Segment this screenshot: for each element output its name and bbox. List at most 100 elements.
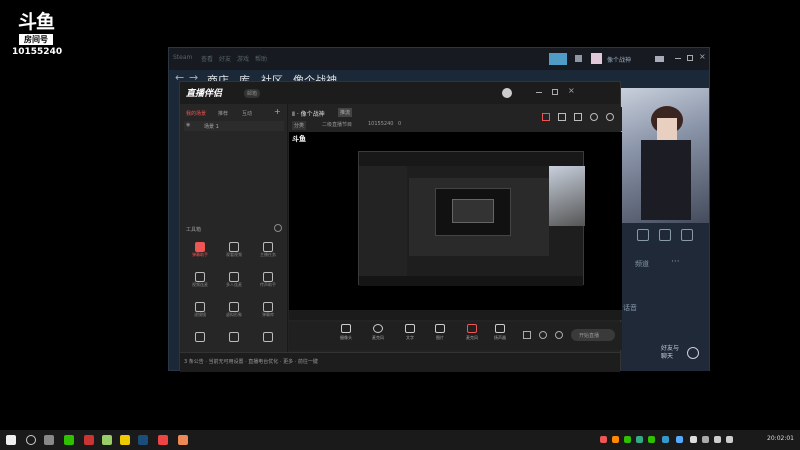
tool-video-link[interactable]: 视频连麦 [186,272,214,288]
status-text[interactable]: 3 条公告 · 当前无可用设置 · 直播电台优化 · 更多 · 前往一键 [184,358,318,365]
record-icon[interactable] [523,331,531,339]
maximize-button[interactable] [687,55,693,61]
friends-chat-label[interactable]: 好友与 聊天 [661,345,679,361]
start-icon[interactable] [6,435,16,445]
voice-label: 话音 [623,304,637,312]
tray-icon[interactable] [624,436,631,443]
maximize-button[interactable] [552,89,558,95]
add-chat-icon[interactable] [687,347,699,359]
tab-my-scenes[interactable]: 我的场景 [186,110,206,117]
search-icon[interactable] [26,435,36,445]
app-icon[interactable] [84,435,94,445]
gift-icon[interactable] [542,113,550,121]
bluetooth-icon[interactable] [676,436,683,443]
menu-friends[interactable]: 好友 [219,54,231,63]
tab-interactive[interactable]: 互动 [242,110,252,117]
tool-icon [229,332,239,342]
add-scene-icon[interactable]: + [274,107,281,116]
clock-icon[interactable] [539,331,547,339]
tray-icon[interactable] [662,436,669,443]
notification-icon[interactable] [575,55,582,62]
tool-extra-1[interactable] [195,332,205,342]
speaker-button[interactable]: 扬声器 [489,324,511,341]
tray-icon[interactable] [702,436,709,443]
stream-title[interactable]: Ⅱ · 像个战神 [292,109,325,118]
watch-icon [229,242,239,252]
gear-icon[interactable] [555,331,563,339]
lock-icon[interactable] [558,113,566,121]
eye-icon[interactable]: ◉ [186,122,190,128]
settings-icon[interactable] [574,113,582,121]
toolbox-more-icon[interactable] [274,224,282,232]
scene-item[interactable]: ◉ 场景 1 [184,121,284,131]
volume-icon[interactable] [726,436,733,443]
tab-recommend[interactable]: 推荐 [218,110,228,117]
tray-icon[interactable] [612,436,619,443]
ime-icon[interactable] [690,436,697,443]
tool-multi-link[interactable]: 多人连麦 [220,272,248,288]
clock[interactable]: 20:02:01 [767,435,794,442]
close-button[interactable]: × [699,52,706,61]
app-icon[interactable] [178,435,188,445]
room-id: 10155240 [368,121,394,127]
capture-button[interactable]: 麦克风 [367,324,389,341]
menu-games[interactable]: 游戏 [237,54,249,63]
stream-preview[interactable]: 斗鱼 [289,132,622,320]
profile-artwork [621,88,709,223]
network-icon[interactable] [714,436,721,443]
minimize-button[interactable] [675,58,681,59]
screenshot-icon[interactable] [655,56,664,62]
wechat-icon[interactable] [64,435,74,445]
camera-button[interactable]: 摄像头 [335,324,357,341]
tool-extra-3[interactable] [263,332,273,342]
mic-icon [467,324,477,333]
settings-icon[interactable] [637,229,649,241]
image-button[interactable]: 图片 [429,324,451,341]
tray-icon[interactable] [600,436,607,443]
tool-extra-2[interactable] [229,332,239,342]
nested-preview-3 [435,188,511,236]
brand-text: 斗鱼 [17,11,55,33]
tool-watch[interactable]: 观看视频 [220,242,248,258]
douyu-icon[interactable] [158,435,168,445]
share-icon[interactable] [606,113,614,121]
status-bar: 3 条公告 · 当前无可用设置 · 直播电台优化 · 更多 · 前往一键 [180,352,620,372]
sub-info: 二级直播节目 [322,122,353,128]
steam-icon[interactable] [138,435,148,445]
tray-icon[interactable] [648,436,655,443]
bell-icon[interactable] [590,113,598,121]
app-icon[interactable] [120,435,130,445]
tool-task[interactable]: 主播任务 [254,242,282,258]
viewer-count: 0 [398,121,402,127]
start-stream-button[interactable]: 开始直播 [571,329,615,341]
close-button[interactable]: × [568,86,575,95]
tool-avatar[interactable]: 虚拟形象 [220,302,248,318]
bell-icon[interactable] [659,229,671,241]
tool-danmaku[interactable]: 弹幕助手 [186,242,214,258]
taskview-icon[interactable] [44,435,54,445]
tool-voice[interactable]: 传声助手 [254,272,282,288]
more-icon[interactable]: ··· [671,257,680,267]
app-icon[interactable] [102,435,112,445]
broadcast-icon[interactable] [549,53,567,65]
minimize-button[interactable] [536,92,542,93]
menu-steam[interactable]: Steam [173,54,192,61]
username[interactable]: 像个战神 [607,55,631,64]
stream-tag[interactable]: 推流 [338,108,353,117]
room-number: 10155240 [12,47,63,57]
windows-taskbar: 20:02:01 [0,430,800,450]
user-avatar[interactable] [502,88,512,98]
tool-library[interactable]: 弹幕库 [254,302,282,318]
star-icon[interactable] [681,229,693,241]
menu-help[interactable]: 帮助 [255,54,267,63]
tray-icon[interactable] [636,436,643,443]
filter-icon [195,302,205,312]
stream-app-window: 直播伴侣 邮箱 × 我的场景 推荐 互动 + ◉ 场景 1 工具箱 弹幕助手 观… [179,81,622,372]
douyu-watermark: 斗鱼 房间号 10155240 [12,11,63,57]
text-button[interactable]: 文字 [399,324,421,341]
category-tag[interactable]: 分类 [292,121,307,130]
menu-view[interactable]: 查看 [201,54,213,63]
mic-button[interactable]: 麦克风 [461,324,483,341]
tool-filter[interactable]: 滤镜镜 [186,302,214,318]
avatar[interactable] [591,53,602,64]
